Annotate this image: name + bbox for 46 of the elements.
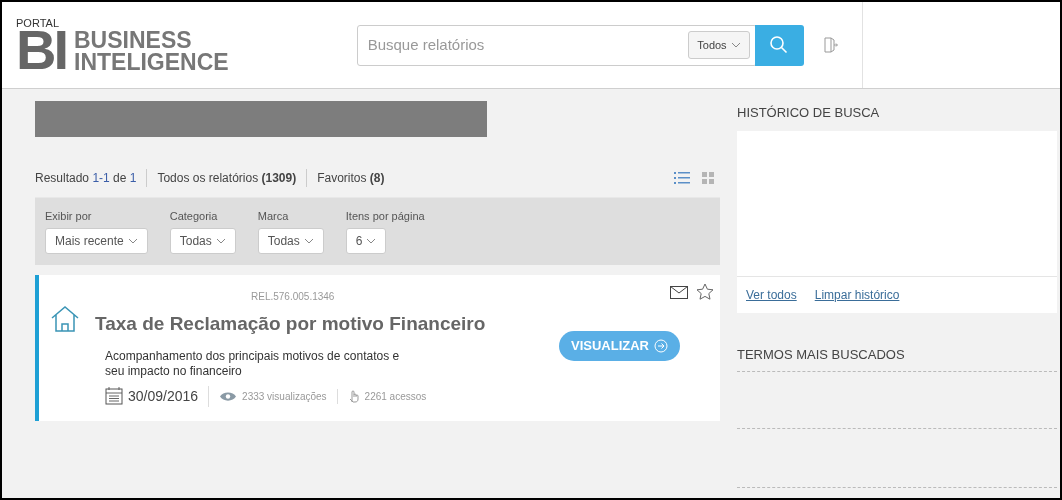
filter-label: Marca	[257, 209, 290, 224]
calendar-icon	[105, 387, 123, 405]
filter-dropdown[interactable]: Todas	[169, 227, 236, 254]
chevron-down-icon	[366, 237, 377, 244]
envelope-icon[interactable]	[670, 285, 688, 299]
filter-label: Exibir por	[45, 209, 93, 224]
chevron-down-icon	[730, 42, 741, 48]
section-heading: HISTÓRICO DE BUSCA	[737, 104, 881, 122]
section-heading: TERMOS MAIS BUSCADOS	[737, 345, 906, 364]
report-code: REL.576.005.1346	[251, 290, 336, 304]
filter-dropdown[interactable]: Mais recente	[45, 227, 148, 254]
arrow-circle-icon	[654, 339, 668, 353]
chevron-down-icon	[127, 237, 138, 244]
filter-link[interactable]: Favoritos (8)	[307, 169, 395, 187]
report-title[interactable]: Taxa de Reclamação por motivo Financeiro	[95, 310, 515, 339]
search-field[interactable]: Busque relatórios Todos	[356, 24, 757, 66]
access-count: 2261 acessos	[364, 389, 427, 404]
favorite-star-button[interactable]	[696, 283, 714, 301]
report-date: 30/09/2016	[128, 386, 199, 406]
list-view-button[interactable]	[674, 172, 690, 184]
scope-dropdown[interactable]: Todos	[688, 31, 750, 59]
exit-icon	[823, 37, 838, 53]
filter-dropdown[interactable]: Todas	[257, 227, 324, 254]
chevron-down-icon	[215, 237, 226, 244]
filter-label: Itens por página	[345, 209, 425, 224]
search-icon	[769, 35, 790, 55]
filter-link[interactable]: Todos os relatórios (1309)	[147, 169, 308, 187]
logout-button[interactable]	[823, 37, 838, 53]
results-count: Resultado 1-1 de 1	[35, 169, 148, 187]
history-link[interactable]: Limpar histórico	[814, 285, 900, 304]
history-link[interactable]: Ver todos	[746, 285, 797, 304]
search-button[interactable]	[754, 24, 804, 66]
hand-icon	[347, 389, 360, 403]
star-icon	[696, 283, 714, 301]
filter-dropdown[interactable]: 6	[345, 227, 387, 254]
logo-text: BUSINESS	[74, 29, 193, 51]
list-icon	[674, 172, 690, 184]
grid-view-button[interactable]	[702, 172, 714, 184]
grid-icon	[702, 172, 714, 184]
eye-icon	[219, 390, 238, 402]
house-icon	[49, 305, 81, 333]
view-count: 2333 visualizações	[242, 389, 327, 404]
logo-text: INTELIGENCE	[74, 51, 229, 73]
chevron-down-icon	[303, 237, 314, 244]
report-description: Acompanhamento dos principais motivos de contatos e seu impacto no financeiro	[105, 348, 401, 379]
filter-label: Categoria	[169, 209, 219, 224]
